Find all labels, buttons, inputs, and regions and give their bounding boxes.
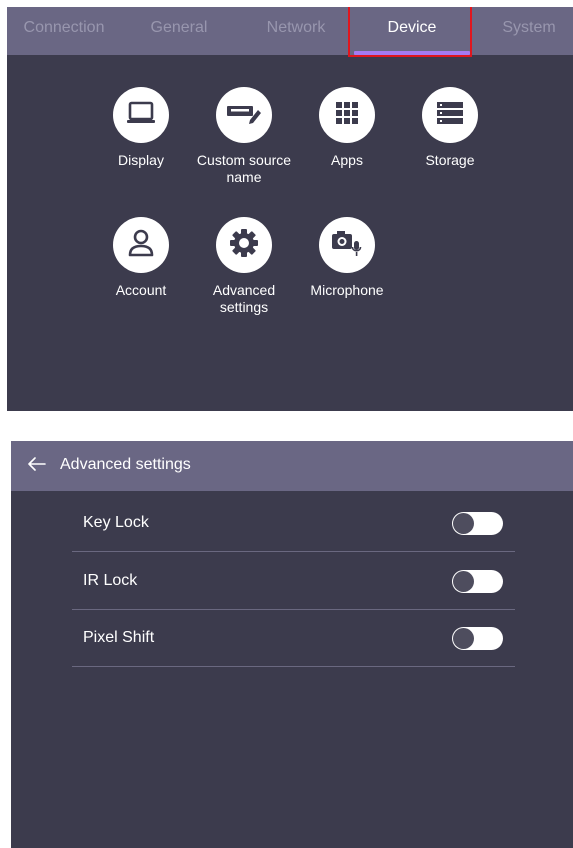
tile-custom-source-name[interactable]: Custom source name <box>194 87 294 186</box>
custom-source-name-circle <box>216 87 272 143</box>
tile-microphone-label: Microphone <box>310 282 384 298</box>
display-circle <box>113 87 169 143</box>
advanced-settings-circle <box>216 217 272 273</box>
tile-microphone[interactable]: Microphone <box>297 217 397 299</box>
tile-storage[interactable]: Storage <box>400 87 500 169</box>
tile-apps[interactable]: Apps <box>297 87 397 169</box>
toggle-knob <box>453 571 474 592</box>
tab-highlight-box <box>348 7 472 57</box>
tile-custom-source-name-label: Custom source name <box>196 152 292 185</box>
ir-lock-toggle[interactable] <box>452 570 503 593</box>
apps-circle <box>319 87 375 143</box>
tile-display[interactable]: Display <box>91 87 191 169</box>
setting-row-key-lock[interactable]: Key Lock <box>72 494 515 552</box>
gear-icon <box>229 228 259 263</box>
tile-advanced-settings-label: Advanced settings <box>212 282 276 315</box>
tab-system[interactable]: System <box>485 7 573 55</box>
toggle-knob <box>453 513 474 534</box>
back-arrow-icon <box>28 456 46 476</box>
pixel-shift-label: Pixel Shift <box>83 629 155 646</box>
tile-account[interactable]: Account <box>91 217 191 299</box>
microphone-circle <box>319 217 375 273</box>
key-lock-toggle[interactable] <box>452 512 503 535</box>
person-icon <box>128 229 154 262</box>
tile-account-label: Account <box>115 282 167 298</box>
ir-lock-label: IR Lock <box>83 572 138 589</box>
back-button[interactable] <box>25 454 49 478</box>
advanced-settings-header: Advanced settings <box>11 441 573 491</box>
page-title: Advanced settings <box>60 456 191 473</box>
pixel-shift-toggle[interactable] <box>452 627 503 650</box>
advanced-settings-panel: Advanced settings Key Lock IR Lock Pixel… <box>11 441 573 848</box>
storage-circle <box>422 87 478 143</box>
tile-advanced-settings[interactable]: Advanced settings <box>194 217 294 316</box>
storage-list-icon <box>437 101 463 129</box>
setting-row-pixel-shift[interactable]: Pixel Shift <box>72 609 515 667</box>
tile-storage-label: Storage <box>425 152 475 168</box>
account-circle <box>113 217 169 273</box>
tab-bar: Connection General Network Device System <box>7 7 573 55</box>
tab-connection[interactable]: Connection <box>7 7 121 55</box>
rename-tag-icon <box>226 102 262 129</box>
camera-microphone-icon <box>331 229 363 262</box>
tile-apps-label: Apps <box>331 152 363 168</box>
apps-grid-icon <box>336 101 358 129</box>
device-settings-panel: Connection General Network Device System… <box>7 7 573 411</box>
toggle-knob <box>453 628 474 649</box>
laptop-icon <box>126 100 156 131</box>
tile-display-label: Display <box>118 152 164 168</box>
key-lock-label: Key Lock <box>83 514 149 531</box>
tab-general[interactable]: General <box>137 7 221 55</box>
tab-network[interactable]: Network <box>249 7 343 55</box>
setting-row-ir-lock[interactable]: IR Lock <box>72 552 515 610</box>
